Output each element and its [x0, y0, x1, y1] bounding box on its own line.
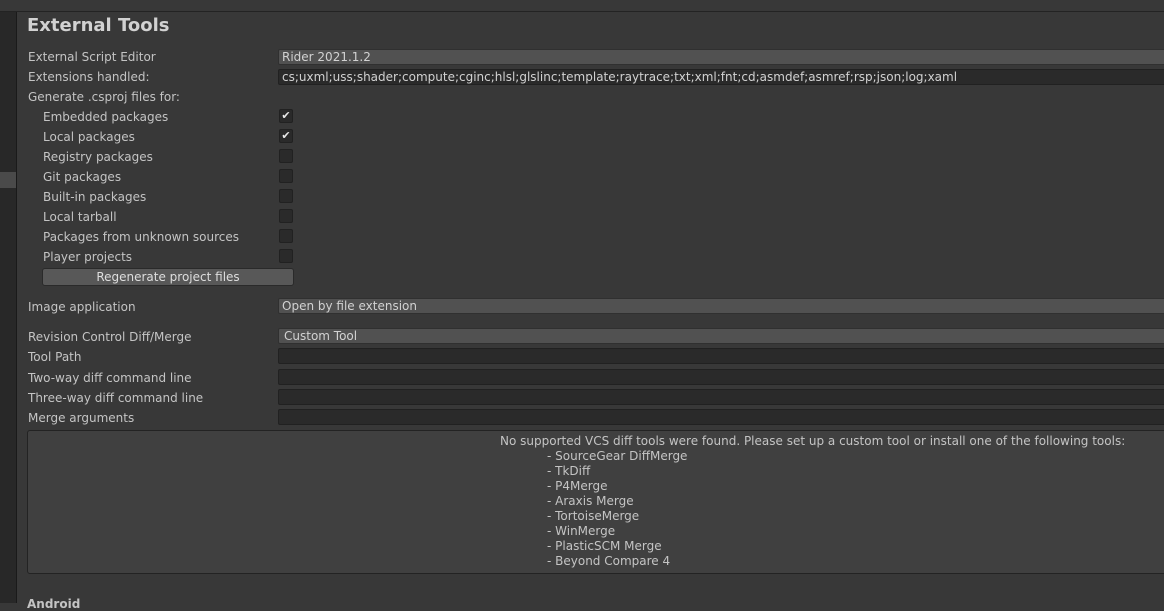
local-tarball-label: Local tarball: [43, 210, 117, 224]
two-way-diff-label: Two-way diff command line: [28, 371, 192, 385]
three-way-diff-label: Three-way diff command line: [28, 391, 204, 405]
list-item: - WinMerge: [547, 524, 616, 538]
registry-packages-checkbox[interactable]: [279, 149, 293, 163]
list-item: - PlasticSCM Merge: [547, 539, 662, 553]
player-projects-checkbox[interactable]: [279, 249, 293, 263]
tool-path-label: Tool Path: [28, 350, 82, 364]
android-section-header[interactable]: Android: [27, 597, 80, 611]
tool-path-input[interactable]: [278, 348, 1164, 364]
list-item: - Beyond Compare 4: [547, 554, 671, 568]
local-packages-checkbox[interactable]: ✔: [279, 129, 293, 143]
extensions-input[interactable]: cs;uxml;uss;shader;compute;cginc;hlsl;gl…: [278, 69, 1164, 85]
list-item: - SourceGear DiffMerge: [547, 449, 688, 463]
check-icon: ✔: [281, 109, 291, 122]
registry-packages-label: Registry packages: [43, 150, 153, 164]
external-tools-panel: External Tools External Script Editor Ri…: [17, 12, 1164, 611]
csproj-label: Generate .csproj files for:: [28, 90, 180, 104]
two-way-diff-input[interactable]: [278, 369, 1164, 385]
supported-tools-list: - SourceGear DiffMerge - TkDiff - P4Merg…: [547, 449, 687, 569]
extensions-label: Extensions handled:: [28, 70, 150, 84]
script-editor-label: External Script Editor: [28, 50, 156, 64]
unknown-sources-checkbox[interactable]: [279, 229, 293, 243]
list-item: - P4Merge: [547, 479, 608, 493]
page-title: External Tools: [27, 15, 170, 36]
left-sidebar-strip: [0, 12, 17, 603]
local-tarball-checkbox[interactable]: [279, 209, 293, 223]
check-icon: ✔: [281, 129, 291, 142]
embedded-packages-label: Embedded packages: [43, 110, 169, 124]
sidebar-selection-marker: [0, 172, 16, 188]
merge-arguments-input[interactable]: [278, 409, 1164, 425]
player-projects-label: Player projects: [43, 250, 133, 264]
image-application-dropdown[interactable]: Open by file extension: [278, 298, 1164, 314]
help-message: No supported VCS diff tools were found. …: [500, 434, 1126, 448]
list-item: - TkDiff: [547, 464, 591, 478]
list-item: - TortoiseMerge: [547, 509, 640, 523]
unknown-sources-label: Packages from unknown sources: [43, 230, 239, 244]
git-packages-label: Git packages: [43, 170, 122, 184]
script-editor-dropdown[interactable]: Rider 2021.1.2: [278, 49, 1164, 65]
builtin-packages-checkbox[interactable]: [279, 189, 293, 203]
revision-control-label: Revision Control Diff/Merge: [28, 330, 192, 344]
regenerate-project-files-button[interactable]: Regenerate project files: [42, 268, 294, 286]
three-way-diff-input[interactable]: [278, 389, 1164, 405]
embedded-packages-checkbox[interactable]: ✔: [279, 109, 293, 123]
builtin-packages-label: Built-in packages: [43, 190, 147, 204]
list-item: - Araxis Merge: [547, 494, 634, 508]
merge-arguments-label: Merge arguments: [28, 411, 135, 425]
vcs-help-box: No supported VCS diff tools were found. …: [27, 430, 1164, 574]
git-packages-checkbox[interactable]: [279, 169, 293, 183]
local-packages-label: Local packages: [43, 130, 135, 144]
image-application-label: Image application: [28, 300, 136, 314]
revision-control-dropdown[interactable]: Custom Tool: [278, 328, 1164, 344]
top-border: [0, 0, 1164, 12]
